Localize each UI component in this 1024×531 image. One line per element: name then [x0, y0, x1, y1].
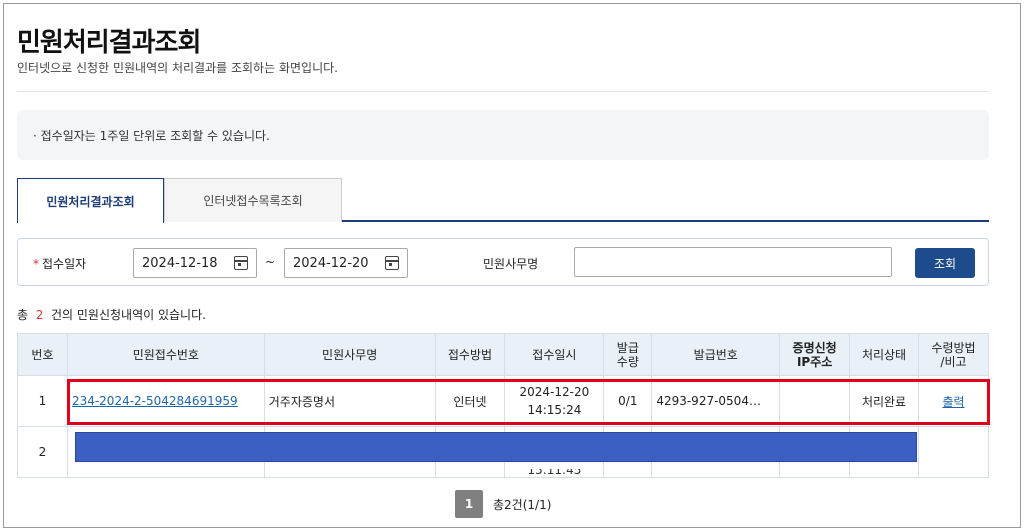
- col-header-date: 접수일시: [504, 333, 605, 376]
- divider: [17, 91, 989, 92]
- summary-suffix: 건의 민원신청내역이 있습니다.: [50, 308, 206, 322]
- pagination: 1 총2건(1/1): [455, 490, 551, 518]
- date-label: * 접수일자: [33, 255, 86, 272]
- date-to-field[interactable]: 2024-12-20: [284, 248, 408, 278]
- page-title: 민원처리결과조회: [17, 28, 201, 58]
- highlight-box: [67, 379, 990, 425]
- col-header-qty: 발급 수량: [603, 333, 653, 376]
- col-header-method: 접수방법: [434, 333, 506, 376]
- notice-text: · 접수일자는 1주일 단위로 조회할 수 있습니다.: [33, 129, 270, 143]
- date-label-text: 접수일자: [42, 257, 87, 271]
- office-name-label: 민원사무명: [483, 257, 539, 271]
- tab-bar: 민원처리결과조회 인터넷접수목록조회: [17, 178, 989, 223]
- col-header-no: 번호: [17, 333, 68, 376]
- col-header-ip: 증명신청 IP주소: [779, 333, 851, 376]
- office-name-input[interactable]: [574, 247, 892, 277]
- date-separator: ~: [265, 255, 276, 269]
- page-description: 인터넷으로 신청한 민원내역의 처리결과를 조회하는 화면입니다.: [17, 61, 338, 75]
- cell-no: 1: [17, 375, 68, 427]
- calendar-icon[interactable]: [385, 256, 399, 270]
- redaction-bar: [75, 432, 917, 462]
- col-header-status: 처리상태: [849, 333, 919, 376]
- tab-result-inquiry[interactable]: 민원처리결과조회: [17, 178, 164, 223]
- table-header-row: 번호 민원접수번호 민원사무명 접수방법 접수일시 발급 수량 발급번호 증명신…: [17, 333, 990, 376]
- pagination-total: 총2건(1/1): [493, 497, 552, 512]
- date-from-value: 2024-12-18: [142, 255, 218, 271]
- col-header-issue-no: 발급번호: [651, 333, 781, 376]
- calendar-icon[interactable]: [234, 256, 248, 270]
- cell-no: 2: [17, 426, 68, 478]
- col-header-receive: 수령방법 /비고: [917, 333, 990, 376]
- notice-box: · 접수일자는 1주일 단위로 조회할 수 있습니다.: [17, 110, 989, 160]
- date-to-value: 2024-12-20: [293, 255, 369, 271]
- cell-receive: [917, 426, 990, 478]
- date-from-field[interactable]: 2024-12-18: [133, 248, 257, 278]
- required-mark: *: [33, 257, 39, 271]
- page-button-current[interactable]: 1: [455, 490, 483, 518]
- search-panel: * 접수일자 2024-12-18 ~ 2024-12-20 민원사무명 조회: [17, 238, 989, 286]
- col-header-office: 민원사무명: [263, 333, 436, 376]
- tab-internet-receipt-list[interactable]: 인터넷접수목록조회: [164, 178, 342, 222]
- summary-prefix: 총: [17, 308, 29, 322]
- summary-count: 2: [35, 308, 44, 322]
- col-header-receipt-no: 민원접수번호: [66, 333, 265, 376]
- search-button[interactable]: 조회: [915, 248, 975, 278]
- result-summary: 총 2 건의 민원신청내역이 있습니다.: [17, 306, 206, 323]
- cell-time: 15:11:45: [527, 469, 582, 477]
